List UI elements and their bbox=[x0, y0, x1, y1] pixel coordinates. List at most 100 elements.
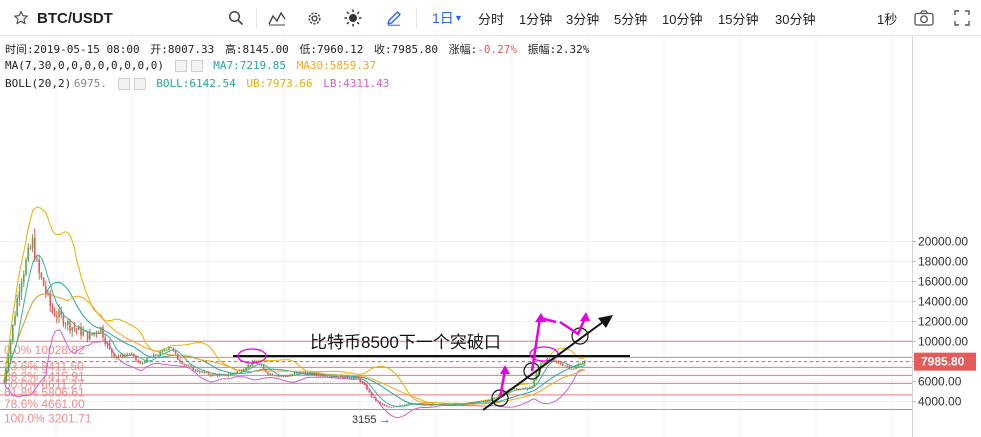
candle-body bbox=[361, 382, 364, 384]
ma-close-icon[interactable] bbox=[190, 60, 203, 72]
candle-body bbox=[5, 369, 7, 382]
candle-body bbox=[324, 375, 326, 377]
candle-body bbox=[489, 399, 491, 401]
y-axis-tick-label: 4000.00 bbox=[918, 395, 962, 409]
interval-30m[interactable]: 30分钟 bbox=[775, 0, 815, 36]
candle-body bbox=[247, 365, 249, 369]
boll-settings-icon[interactable] bbox=[117, 78, 130, 90]
candle-body bbox=[520, 388, 522, 390]
candle-body bbox=[225, 374, 227, 376]
candle-body bbox=[190, 365, 192, 367]
candle-body bbox=[108, 342, 111, 349]
candle-body bbox=[291, 374, 293, 376]
candle-body bbox=[262, 366, 265, 369]
candle-body bbox=[397, 406, 399, 407]
fib-level-label: 78.6% 4661.00 bbox=[4, 397, 85, 411]
candle-body bbox=[482, 401, 485, 402]
candle-body bbox=[97, 331, 100, 333]
candle-body bbox=[51, 305, 54, 313]
indicator-icon[interactable] bbox=[268, 0, 286, 36]
boll-label: BOLL(20,2) bbox=[5, 77, 72, 90]
boll-hidden-value: 6975. bbox=[73, 77, 107, 90]
candle-body bbox=[135, 356, 137, 361]
candle-body bbox=[267, 372, 269, 375]
y-axis-tick-label: 10000.00 bbox=[918, 335, 968, 349]
candle-body bbox=[38, 259, 40, 273]
candle-body bbox=[111, 348, 113, 354]
candle-body bbox=[34, 237, 36, 260]
candle-body bbox=[342, 375, 344, 379]
candle-body bbox=[53, 312, 56, 317]
candle-body bbox=[172, 348, 175, 351]
candle-body bbox=[443, 404, 445, 405]
candle-body bbox=[40, 272, 43, 278]
candle-body bbox=[58, 310, 60, 318]
ma30-value: MA30:5859.37 bbox=[296, 59, 377, 72]
candle-body bbox=[84, 331, 87, 332]
chart-plot[interactable]: 4000.006000.008000.0010000.0012000.00140… bbox=[0, 36, 981, 437]
y-axis-tick-label: 6000.00 bbox=[918, 375, 962, 389]
candle-body bbox=[529, 386, 531, 388]
candle-body bbox=[306, 373, 309, 375]
candle-body bbox=[168, 347, 170, 350]
candle-body bbox=[284, 375, 287, 377]
candle-body bbox=[16, 298, 18, 316]
candle-body bbox=[370, 392, 373, 397]
interval-15m[interactable]: 15分钟 bbox=[718, 0, 758, 36]
candle-body bbox=[346, 375, 348, 379]
ma-label: MA(7,30,0,0,0,0,0,0,0,0) bbox=[5, 59, 164, 72]
candle-body bbox=[133, 354, 135, 357]
ma-settings-icon[interactable] bbox=[174, 60, 187, 72]
symbol-label[interactable]: BTC/USDT bbox=[37, 0, 113, 36]
interval-10m[interactable]: 10分钟 bbox=[662, 0, 702, 36]
interval-3m[interactable]: 3分钟 bbox=[566, 0, 599, 36]
candle-body bbox=[298, 372, 300, 373]
candle-body bbox=[159, 351, 161, 356]
boll-close-icon[interactable] bbox=[133, 78, 146, 90]
interval-timeline[interactable]: 分时 bbox=[478, 0, 504, 36]
candle-body bbox=[56, 316, 58, 318]
candle-body bbox=[311, 372, 313, 374]
candle-body bbox=[249, 365, 252, 366]
candle-body bbox=[366, 385, 368, 390]
interval-1d[interactable]: 1日 bbox=[432, 0, 454, 36]
candle-body bbox=[86, 331, 89, 340]
candle-body bbox=[45, 286, 47, 294]
candle-body bbox=[177, 353, 179, 361]
candle-body bbox=[155, 354, 157, 356]
candle-body bbox=[302, 372, 304, 374]
candle-body bbox=[289, 375, 291, 377]
candle-body bbox=[238, 370, 241, 372]
candle-body bbox=[381, 403, 384, 405]
candle-body bbox=[122, 354, 124, 357]
pencil-draw-icon[interactable] bbox=[386, 0, 402, 36]
fib-level-label: 100.0% 3201.71 bbox=[4, 411, 92, 425]
search-icon[interactable] bbox=[228, 0, 244, 36]
low-label: 低:7960.12 bbox=[299, 43, 364, 56]
candle-body bbox=[485, 400, 487, 402]
candle-body bbox=[526, 387, 529, 390]
candle-body bbox=[410, 403, 412, 404]
candle-body bbox=[335, 376, 337, 378]
camera-icon[interactable] bbox=[914, 0, 934, 36]
candle-body bbox=[328, 376, 331, 378]
interval-1s[interactable]: 1秒 bbox=[877, 0, 897, 36]
favorite-star-icon[interactable] bbox=[13, 0, 29, 36]
change-label: 涨幅: bbox=[448, 43, 478, 56]
gear-icon[interactable] bbox=[306, 0, 323, 36]
candle-body bbox=[300, 372, 302, 374]
candle-body bbox=[199, 371, 201, 373]
candle-body bbox=[465, 403, 467, 405]
candle-body bbox=[75, 328, 78, 330]
interval-5m[interactable]: 5分钟 bbox=[614, 0, 647, 36]
interval-1m[interactable]: 1分钟 bbox=[519, 0, 552, 36]
candle-body bbox=[29, 247, 32, 249]
interval-dropdown-icon[interactable]: ▼ bbox=[454, 0, 463, 36]
open-label: 开:8007.33 bbox=[150, 43, 215, 56]
candle-body bbox=[23, 274, 25, 283]
candle-body bbox=[71, 327, 73, 331]
candle-body bbox=[25, 259, 27, 275]
candle-body bbox=[430, 404, 432, 406]
theme-sun-icon[interactable] bbox=[344, 0, 362, 36]
fullscreen-icon[interactable] bbox=[954, 0, 970, 36]
